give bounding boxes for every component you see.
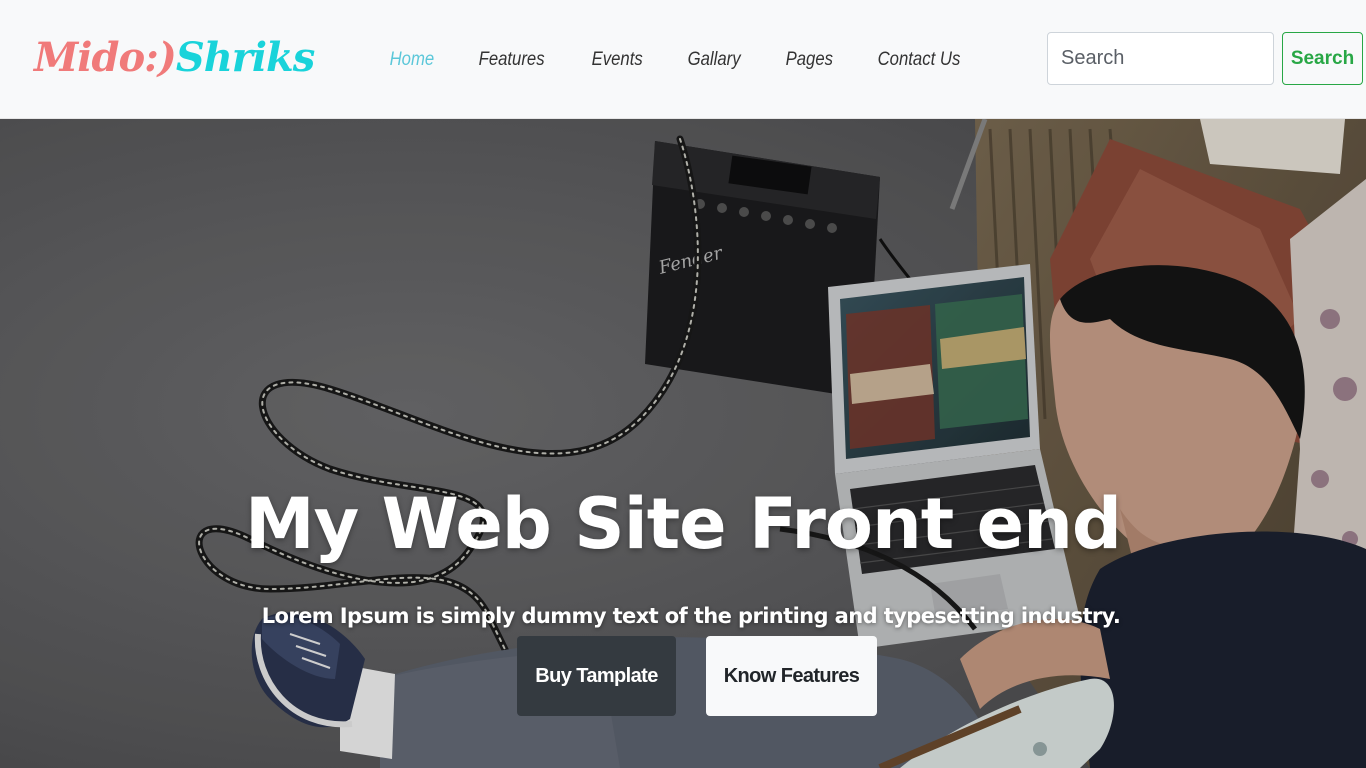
- buy-template-button[interactable]: Buy Tamplate: [517, 636, 676, 716]
- brand-name-part2: Shriks: [175, 34, 315, 81]
- nav-link-gallary[interactable]: Gallary: [670, 49, 758, 71]
- nav-link-home[interactable]: Home: [372, 49, 452, 71]
- hero-title: My Web Site Front end: [244, 482, 1122, 565]
- nav-link-features[interactable]: Features: [461, 49, 562, 71]
- nav-link-pages[interactable]: Pages: [768, 49, 851, 71]
- hero-background-image: Fender: [0, 119, 1366, 768]
- navbar: Mido:)Shriks Home Features Events Gallar…: [0, 0, 1366, 119]
- brand-logo[interactable]: Mido:)Shriks: [34, 30, 315, 86]
- search-button[interactable]: Search: [1282, 32, 1363, 85]
- nav-menu: Home Features Events Gallary Pages Conta…: [372, 46, 992, 74]
- nav-link-events[interactable]: Events: [574, 49, 660, 71]
- hero-subtitle: Lorem Ipsum is simply dummy text of the …: [261, 604, 1121, 628]
- brand-name-part1: Mido:): [34, 34, 177, 81]
- nav-link-contact-us[interactable]: Contact Us: [860, 49, 978, 71]
- hero-section: Fender: [0, 119, 1366, 768]
- know-features-button[interactable]: Know Features: [706, 636, 877, 716]
- search-input[interactable]: [1047, 32, 1274, 85]
